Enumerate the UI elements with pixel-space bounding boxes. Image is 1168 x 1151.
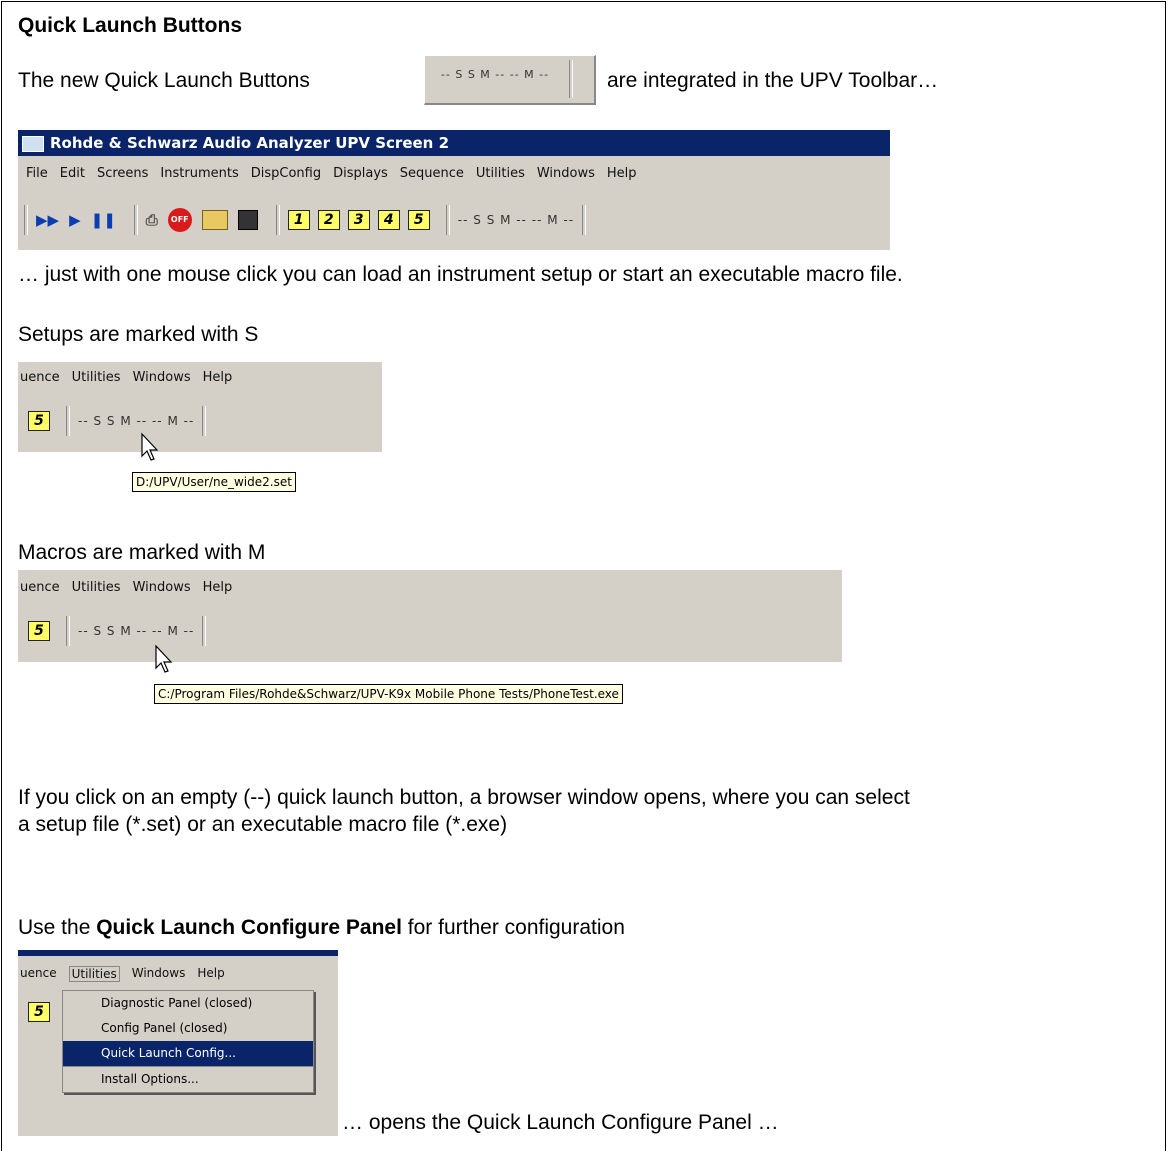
divider [66,406,70,436]
mouse-cursor-icon [141,432,159,461]
configure-text: Use the Quick Launch Configure Panel for… [18,915,625,940]
menu-item-install-options[interactable]: Install Options... [63,1066,313,1092]
menu-utilities[interactable]: Utilities [72,370,121,385]
pause-icon[interactable]: ❚❚ [91,211,116,229]
menu-file[interactable]: File [26,166,48,181]
quick-launch-buttons[interactable]: -- S S M -- -- M -- [458,213,574,227]
menu-windows[interactable]: Windows [133,370,191,385]
menu-help[interactable]: Help [203,370,233,385]
menu-windows[interactable]: Windows [132,966,186,982]
menu-bar: uence Utilities Windows Help [20,580,842,595]
menu-sequence[interactable]: uence [20,966,57,982]
off-button-icon[interactable]: OFF [167,208,192,232]
menu-edit[interactable]: Edit [60,166,85,181]
quick-launch-strip-image: -- S S M -- -- M -- [424,55,596,105]
menu-utilities[interactable]: Utilities [476,166,525,181]
tooltip: C:/Program Files/Rohde&Schwarz/UPV-K9x M… [154,684,623,704]
empty-para-line1: If you click on an empty (--) quick laun… [18,786,910,809]
menu-sequence[interactable]: uence [20,370,60,385]
menu-help[interactable]: Help [203,580,233,595]
screen-5-button[interactable]: 5 [28,621,50,641]
intro-after: are integrated in the UPV Toolbar… [607,69,939,92]
screen-2-button[interactable]: 2 [317,210,340,230]
window-titlebar: Rohde & Schwarz Audio Analyzer UPV Scree… [18,130,890,156]
utilities-dropdown: Diagnostic Panel (closed) Config Panel (… [62,990,314,1093]
one-click-text: … just with one mouse click you can load… [18,263,903,286]
screen-1-button[interactable]: 1 [287,210,310,230]
menu-windows[interactable]: Windows [133,580,191,595]
setups-screenshot: uence Utilities Windows Help 5 -- S S M … [18,362,382,508]
configure-bold: Quick Launch Configure Panel [96,916,402,939]
divider [582,205,587,235]
screen-5-button[interactable]: 5 [28,411,50,431]
mouse-cursor-icon [155,644,173,673]
toolbar-grip [24,205,28,235]
screen-5-button[interactable]: 5 [28,1002,50,1022]
intro-before: The new Quick Launch Buttons [18,69,310,92]
window-icon [22,135,44,152]
menu-bar: uence Utilities Windows Help [20,370,382,385]
save-disk-icon[interactable] [237,210,258,230]
configure-before: Use the [18,916,97,939]
divider [569,60,573,98]
heading: Quick Launch Buttons [18,14,243,37]
divider [202,616,207,646]
toolbar: 5 -- S S M -- -- M -- [28,406,382,436]
printer-icon[interactable]: ⎙ [146,211,158,229]
screen-5-button[interactable]: 5 [407,210,430,230]
menu-bar: File Edit Screens Instruments DispConfig… [26,166,890,181]
menu-displays[interactable]: Displays [333,166,388,181]
menu-screens[interactable]: Screens [97,166,148,181]
menu-item-quick-launch-config[interactable]: Quick Launch Config... [63,1041,313,1066]
menu-utilities[interactable]: Utilities [68,966,120,982]
menu-bar: uence Utilities Windows Help [20,966,338,982]
menu-item-diagnostic-panel[interactable]: Diagnostic Panel (closed) [63,991,313,1016]
quick-launch-buttons[interactable]: -- S S M -- -- M -- [78,414,194,428]
divider [275,205,280,235]
toolbar: 5 -- S S M -- -- M -- [28,616,842,646]
quick-launch-strip-text: -- S S M -- -- M -- [440,68,550,81]
titlebar-strip [18,950,338,956]
window-title: Rohde & Schwarz Audio Analyzer UPV Scree… [50,134,450,152]
divider [133,205,138,235]
menu-utilities[interactable]: Utilities [72,580,121,595]
empty-para-line2: a setup file (*.set) or an executable ma… [18,813,508,836]
macros-screenshot: uence Utilities Windows Help 5 -- S S M … [18,570,842,720]
menu-item-config-panel[interactable]: Config Panel (closed) [63,1016,313,1041]
menu-help[interactable]: Help [197,966,224,982]
screen-4-button[interactable]: 4 [377,210,400,230]
menu-sequence[interactable]: uence [20,580,60,595]
configure-after: for further configuration [401,916,625,939]
folder-icon[interactable] [201,210,228,230]
menu-sequence[interactable]: Sequence [400,166,464,181]
utilities-menu-screenshot: uence Utilities Windows Help 5 Diagnosti… [18,950,338,1136]
macros-label: Macros are marked with M [18,541,266,564]
tooltip: D:/UPV/User/ne_wide2.set [132,472,296,492]
upv-window-screenshot: Rohde & Schwarz Audio Analyzer UPV Scree… [18,130,890,250]
opens-text: … opens the Quick Launch Configure Panel… [342,1111,779,1134]
divider [66,616,70,646]
divider [445,205,450,235]
menu-instruments[interactable]: Instruments [160,166,238,181]
menu-help[interactable]: Help [607,166,637,181]
screen-3-button[interactable]: 3 [347,210,370,230]
quick-launch-buttons[interactable]: -- S S M -- -- M -- [78,624,194,638]
toolbar: ▶▶ ▶ ❚❚ ⎙ OFF 1 2 3 4 5 -- S S M -- -- M… [24,200,890,240]
fast-forward-icon[interactable]: ▶▶ [36,211,59,229]
play-icon[interactable]: ▶ [69,211,81,229]
menu-dispconfig[interactable]: DispConfig [251,166,321,181]
divider [202,406,207,436]
setups-label: Setups are marked with S [18,323,259,346]
menu-windows[interactable]: Windows [537,166,595,181]
